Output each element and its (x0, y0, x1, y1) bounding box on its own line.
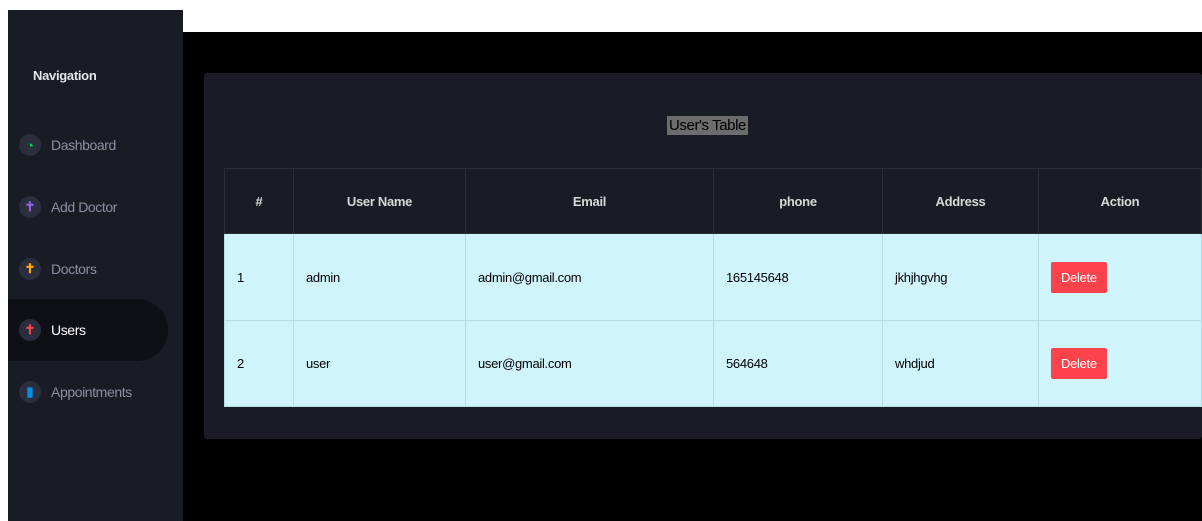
sidebar: Navigation ◔ Dashboard ✝ Add Doctor ✝ Do… (8, 10, 183, 521)
sidebar-item-doctors[interactable]: ✝ Doctors (8, 238, 168, 300)
delete-button[interactable]: Delete (1051, 348, 1107, 379)
cell-address: jkhjhgvhg (882, 233, 1039, 321)
cell-username: user (293, 320, 466, 407)
cross-icon: ✝ (19, 319, 41, 341)
book-icon: ▮ (19, 381, 41, 403)
cell-action: Delete (1038, 320, 1202, 407)
sidebar-item-label: Dashboard (51, 137, 116, 153)
column-header-phone: phone (713, 168, 883, 234)
sidebar-item-users[interactable]: ✝ Users (8, 299, 168, 361)
cell-phone: 165145648 (713, 233, 883, 321)
nav-title: Navigation (33, 68, 97, 83)
column-header-number: # (224, 168, 294, 234)
sidebar-item-appointments[interactable]: ▮ Appointments (8, 361, 168, 423)
table-row: 2 user user@gmail.com 564648 whdjud Dele… (224, 320, 1202, 407)
sidebar-item-dashboard[interactable]: ◔ Dashboard (8, 114, 168, 176)
cell-address: whdjud (882, 320, 1039, 407)
cell-email: admin@gmail.com (465, 233, 714, 321)
cell-id: 2 (224, 320, 294, 407)
table-row: 1 admin admin@gmail.com 165145648 jkhjhg… (224, 233, 1202, 321)
main-content: User's Table # User Name Email phone Add… (183, 32, 1202, 521)
cross-icon: ✝ (19, 258, 41, 280)
sidebar-item-label: Appointments (51, 384, 132, 400)
sidebar-item-add-doctor[interactable]: ✝ Add Doctor (8, 176, 168, 238)
cell-email: user@gmail.com (465, 320, 714, 407)
column-header-address: Address (882, 168, 1039, 234)
cell-username: admin (293, 233, 466, 321)
column-header-username: User Name (293, 168, 466, 234)
column-header-email: Email (465, 168, 714, 234)
cross-icon: ✝ (19, 196, 41, 218)
delete-button[interactable]: Delete (1051, 261, 1107, 293)
users-table: # User Name Email phone Address Action 1… (224, 168, 1202, 407)
sidebar-item-label: Doctors (51, 261, 97, 277)
cell-phone: 564648 (713, 320, 883, 407)
cell-id: 1 (224, 233, 294, 321)
speedometer-icon: ◔ (19, 134, 41, 156)
sidebar-item-label: Users (51, 322, 86, 338)
table-header-row: # User Name Email phone Address Action (224, 168, 1202, 234)
cell-action: Delete (1038, 233, 1202, 321)
sidebar-item-label: Add Doctor (51, 199, 118, 215)
table-title: User's Table (667, 116, 748, 135)
users-card: User's Table # User Name Email phone Add… (204, 73, 1202, 439)
column-header-action: Action (1038, 168, 1202, 234)
